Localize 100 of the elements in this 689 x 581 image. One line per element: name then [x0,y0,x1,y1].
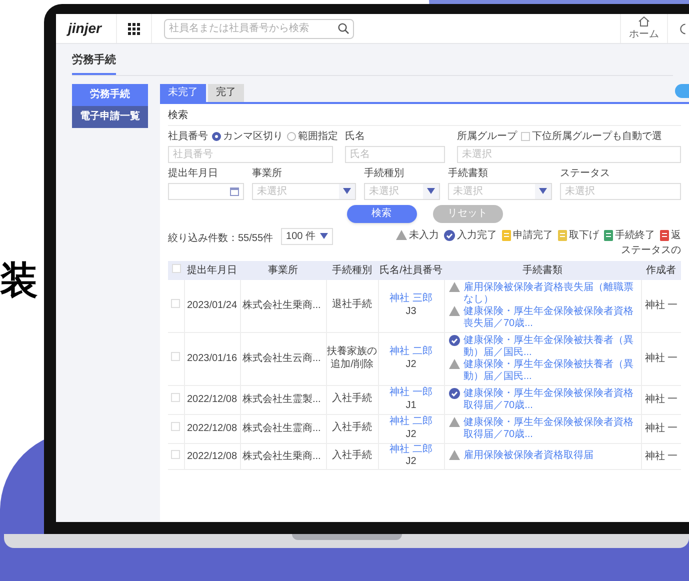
table-cell: 扶養家族の追加/削除 [326,332,378,385]
headline-text: 装 [0,262,38,300]
table-cell: 2022/12/08 [184,414,240,443]
column-header: 作成者 [641,260,681,280]
document-link[interactable]: 雇用保険被保険者資格取得届 [464,450,594,462]
checkbox[interactable] [521,132,530,140]
table-cell: 2022/12/08 [184,385,240,414]
legend-label: 手続終了 [615,228,655,242]
caret-icon [343,188,351,194]
table-cell: 株式会社生霊商... [240,414,326,443]
table-cell: 退社手続 [326,280,378,332]
document-link[interactable]: 健康保険・厚生年金保険被保険者資格取得届／70歳... [464,388,636,412]
column-header: 手続書類 [444,260,641,280]
table-cell: 株式会社生云商... [240,332,326,385]
table-cell: 株式会社生乗商... [240,443,326,469]
section-title: 検索 [168,108,681,126]
field-label: 氏名 [345,130,366,144]
document-link[interactable]: 健康保険・厚生年金保険被保険者資格取得届／70歳... [464,416,636,440]
column-header: 提出年月日 [184,260,240,280]
document-link[interactable]: 雇用保険被保険者資格喪失届（離職票なし） [464,282,636,306]
legend-label: 入力完了 [457,228,497,242]
column-header: 事業所 [240,260,326,280]
placeholder-text: 未選択 [368,184,400,198]
employee-link[interactable]: 神社 二郎 [390,416,432,428]
employee-number: J2 [406,428,416,441]
employee-number: J2 [406,456,416,468]
sidebar-item[interactable]: 電子申請一覧 [72,106,148,128]
input-field[interactable]: 未選択 [457,146,681,162]
search-field[interactable]: 社員名または社員番号から検索 [164,18,354,38]
input-field[interactable]: 社員番号 [168,146,333,162]
tab[interactable]: 完了 [208,84,244,102]
legend-label: 申請完了 [513,228,553,242]
search-icon [338,23,349,34]
table-cell: 神社 一 [641,385,681,414]
table-cell: 入社手続 [326,414,378,443]
placeholder-text: 未選択 [256,184,288,198]
legend-label: 取下げ [569,228,599,242]
employee-link[interactable]: 神社 三郎 [390,293,432,306]
checkbox[interactable] [172,264,180,272]
sidebar-item[interactable]: 労務手続 [72,84,148,106]
checkbox[interactable] [171,393,180,402]
table-cell: 入社手続 [326,385,378,414]
placeholder-text: 未選択 [452,184,484,198]
table-cell: 株式会社生霊製... [240,385,326,414]
field-label: 手続書類 [448,166,489,180]
table-cell: 2023/01/24 [184,280,240,332]
document-link[interactable]: 健康保険・厚生年金保険被保険者資格喪失届／70歳... [464,306,636,330]
table-cell: 入社手続 [326,443,378,469]
search-button[interactable]: 検索 [346,204,416,222]
page-size-select[interactable]: 100 件 [281,228,332,244]
table-cell: 2023/01/16 [184,332,240,385]
table-cell: 神社 一 [641,280,681,332]
radio-button[interactable] [212,132,221,140]
input-field[interactable]: 未選択 [560,182,681,200]
employee-link[interactable]: 神社 二郎 [390,444,432,456]
warning-icon [448,306,460,316]
table-cell: 2022/12/08 [184,443,240,469]
field-label: 事業所 [252,166,283,180]
warning-icon [448,416,460,426]
employee-number: J1 [406,400,416,412]
check-circle-icon [448,334,460,346]
field-label: 提出年月日 [168,166,219,180]
checkbox[interactable] [171,450,180,458]
field-label: ステータス [560,166,611,180]
checkbox[interactable] [171,299,180,308]
warning-icon [448,450,460,460]
date-field[interactable] [168,182,244,200]
table-cell: 神社 一 [641,443,681,469]
input-field[interactable]: 氏名 [345,146,445,162]
radio-option[interactable]: 範囲指定 [287,128,338,144]
field-label: 手続種別 [364,166,405,180]
warning-icon [448,282,460,292]
employee-number: J3 [406,306,416,318]
home-icon [638,16,650,26]
checkbox-option[interactable]: 下位所属グループも自動で選 [521,128,662,144]
document-link[interactable]: 健康保険・厚生年金保険被扶養者（異動）届／国民... [464,334,636,358]
tab[interactable]: 未完了 [160,84,206,102]
field-label: 所属グループ [457,130,517,144]
result-count: 絞り込み件数：55/55件 [168,232,274,246]
legend-label: 返 [671,228,681,242]
calendar-icon [230,186,239,196]
employee-link[interactable]: 神社 二郎 [390,346,432,358]
app-grid-icon [128,22,140,34]
document-link[interactable]: 健康保険・厚生年金保険被扶養者（異動）届／国民... [464,358,636,382]
employee-number: J2 [406,358,416,371]
home-button[interactable]: ホーム [620,14,667,43]
column-header: 氏名/社員番号 [378,260,444,280]
table-cell: 株式会社生乗商... [240,280,326,332]
check-circle-icon [448,388,460,398]
checkbox[interactable] [171,422,180,431]
radio-option[interactable]: カンマ区切り [212,128,283,144]
radio-button[interactable] [287,132,296,140]
employee-link[interactable]: 神社 一郎 [390,387,432,400]
caret-icon [539,188,547,194]
page-title: 労務手続 [72,52,116,74]
checkbox[interactable] [171,352,180,361]
column-header: 手続種別 [326,260,378,280]
legend-label: 未入力 [409,228,439,242]
action-button[interactable] [675,84,689,98]
table-cell: 神社 一 [641,332,681,385]
